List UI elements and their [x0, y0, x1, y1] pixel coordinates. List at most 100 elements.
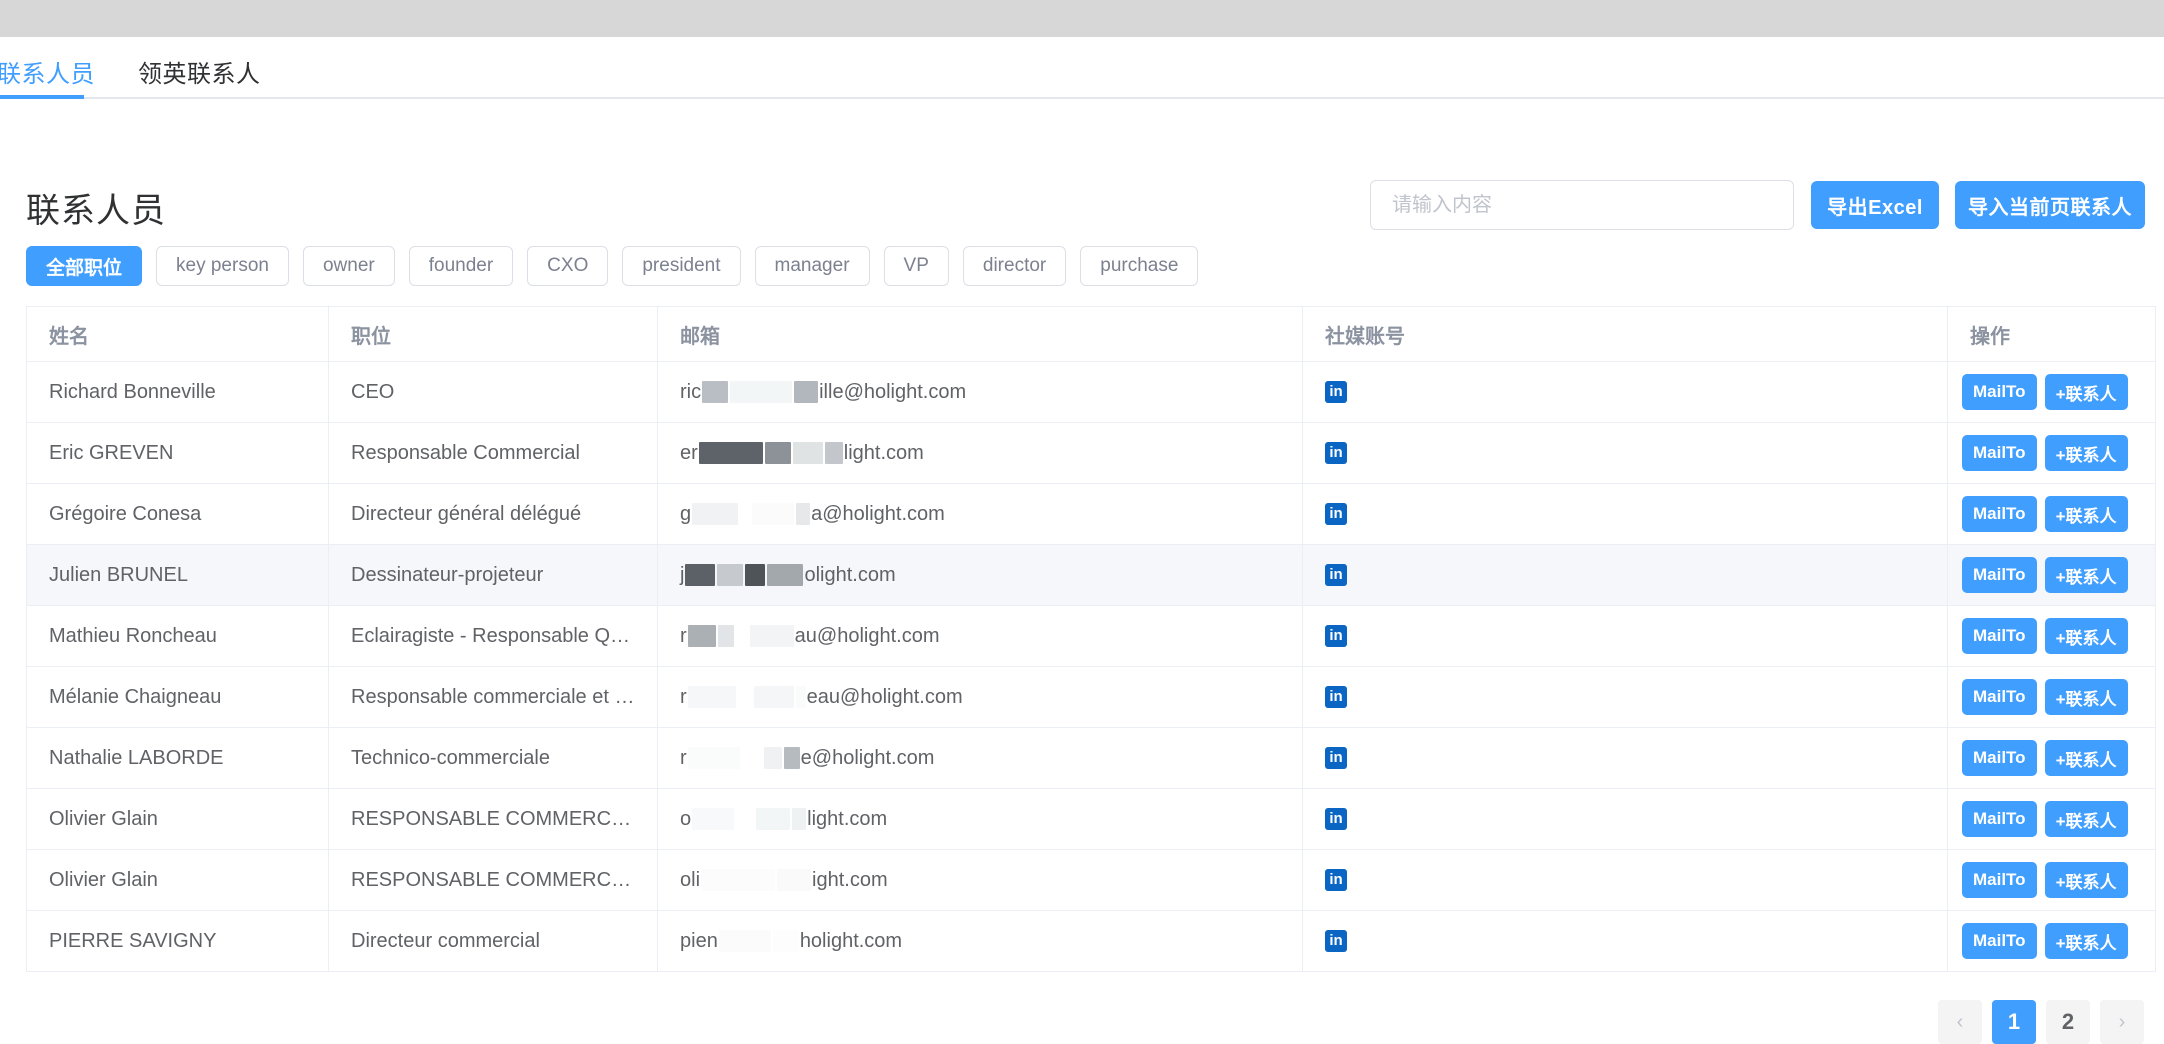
email-suffix: holight.com	[799, 929, 903, 952]
add-contact-button[interactable]: +联系人	[2044, 435, 2128, 471]
pagination-page-2[interactable]: 2	[2046, 1000, 2090, 1044]
position-filter-chips: 全部职位 key person owner founder CXO presid…	[26, 246, 1199, 286]
table-row[interactable]: Grégoire Conesa Directeur général délégué…	[26, 483, 2156, 545]
email-redaction-block	[685, 564, 716, 587]
cell-title: CEO	[328, 361, 658, 423]
linkedin-icon[interactable]: in	[1325, 442, 1347, 465]
add-contact-button[interactable]: +联系人	[2044, 923, 2128, 959]
cell-name: Richard Bonneville	[26, 361, 329, 423]
add-contact-button[interactable]: +联系人	[2044, 374, 2128, 410]
email-redaction-block	[783, 747, 800, 770]
email-prefix: r	[680, 624, 687, 647]
mailto-button[interactable]: MailTo	[1962, 862, 2037, 898]
filter-chip-director[interactable]: director	[962, 246, 1067, 286]
cell-email: oli ight.com	[657, 849, 1303, 911]
email-suffix: au@holight.com	[794, 624, 940, 647]
filter-chip-cxo[interactable]: CXO	[527, 246, 609, 286]
add-contact-button[interactable]: +联系人	[2044, 801, 2128, 837]
cell-email: g a@holight.com	[657, 483, 1303, 545]
email-prefix: j	[680, 563, 685, 586]
cell-operations: MailTo +联系人	[1947, 849, 2156, 911]
email-prefix: r	[680, 685, 687, 708]
table-row[interactable]: Nathalie LABORDE Technico-commerciale r e@h…	[26, 727, 2156, 789]
column-header-email: 邮箱	[657, 306, 1303, 362]
add-contact-button[interactable]: +联系人	[2044, 862, 2128, 898]
linkedin-icon[interactable]: in	[1325, 930, 1347, 953]
mailto-button[interactable]: MailTo	[1962, 435, 2037, 471]
email-redaction-block	[702, 381, 729, 404]
email-redaction-block	[772, 930, 799, 953]
cell-operations: MailTo +联系人	[1947, 666, 2156, 728]
add-contact-button[interactable]: +联系人	[2044, 496, 2128, 532]
export-excel-button[interactable]: 导出Excel	[1811, 181, 1939, 229]
table-row[interactable]: Richard Bonneville CEO ric ille@holight.com…	[26, 361, 2156, 423]
linkedin-icon[interactable]: in	[1325, 381, 1347, 404]
pagination-next-button[interactable]: ›	[2100, 1000, 2144, 1044]
tab-contacts[interactable]: 联系人员	[0, 54, 95, 89]
email-redaction-block	[792, 808, 807, 831]
email-redaction-block	[795, 686, 806, 709]
mailto-button[interactable]: MailTo	[1962, 679, 2037, 715]
tab-linkedin-contacts[interactable]: 领英联系人	[138, 54, 261, 89]
mailto-button[interactable]: MailTo	[1962, 923, 2037, 959]
mailto-button[interactable]: MailTo	[1962, 618, 2037, 654]
column-header-name: 姓名	[26, 306, 329, 362]
table-row[interactable]: Olivier GlainRESPONSABLE COMMERCIAL E…ol…	[26, 788, 2156, 850]
cell-name: Olivier Glain	[26, 849, 329, 911]
linkedin-icon[interactable]: in	[1325, 686, 1347, 709]
cell-title: Directeur général délégué	[328, 483, 658, 545]
filter-chip-purchase[interactable]: purchase	[1080, 246, 1199, 286]
pagination-page-1[interactable]: 1	[1992, 1000, 2036, 1044]
cell-social: in	[1302, 544, 1948, 606]
email-prefix: g	[680, 502, 692, 525]
table-row[interactable]: Mathieu Roncheau Eclairagiste - Responsab…	[26, 605, 2156, 667]
linkedin-icon[interactable]: in	[1325, 808, 1347, 831]
filter-chip-all[interactable]: 全部职位	[26, 246, 143, 286]
linkedin-icon[interactable]: in	[1325, 503, 1347, 526]
email-redaction-block	[698, 442, 763, 465]
pagination-prev-button[interactable]: ‹	[1938, 1000, 1982, 1044]
add-contact-button[interactable]: +联系人	[2044, 740, 2128, 776]
table-row[interactable]: Eric GREVEN Responsable Commercial er light…	[26, 422, 2156, 484]
linkedin-icon[interactable]: in	[1325, 564, 1347, 587]
add-contact-button[interactable]: +联系人	[2044, 618, 2128, 654]
table-row[interactable]: Julien BRUNEL Dessinateur-projeteur j oligh…	[26, 544, 2156, 606]
mailto-button[interactable]: MailTo	[1962, 496, 2037, 532]
filter-chip-vp[interactable]: VP	[883, 246, 949, 286]
filter-chip-founder[interactable]: founder	[408, 246, 514, 286]
add-contact-button[interactable]: +联系人	[2044, 679, 2128, 715]
email-prefix: ric	[680, 380, 702, 403]
email-prefix: oli	[680, 868, 701, 891]
column-header-operations: 操作	[1947, 306, 2156, 362]
table-row[interactable]: PIERRE SAVIGNY Directeur commercial pien ho…	[26, 910, 2156, 972]
cell-title: Dessinateur-projeteur	[328, 544, 658, 606]
filter-chip-manager[interactable]: manager	[754, 246, 870, 286]
linkedin-icon[interactable]: in	[1325, 625, 1347, 648]
tab-active-indicator	[0, 95, 84, 99]
email-redaction-block	[764, 442, 791, 465]
filter-chip-owner[interactable]: owner	[302, 246, 395, 286]
email-redaction-block	[745, 564, 766, 587]
mailto-button[interactable]: MailTo	[1962, 374, 2037, 410]
search-input[interactable]	[1370, 180, 1794, 230]
email-suffix: a@holight.com	[811, 502, 945, 525]
linkedin-icon-glyph: in	[1329, 627, 1343, 645]
linkedin-icon[interactable]: in	[1325, 869, 1347, 892]
cell-name: Mélanie Chaigneau	[26, 666, 329, 728]
linkedin-icon[interactable]: in	[1325, 747, 1347, 770]
import-page-contacts-button[interactable]: 导入当前页联系人	[1955, 181, 2145, 229]
table-row[interactable]: Mélanie Chaigneau Responsable commerciale…	[26, 666, 2156, 728]
filter-chip-president[interactable]: president	[622, 246, 741, 286]
add-contact-button[interactable]: +联系人	[2044, 557, 2128, 593]
pagination: ‹ 1 2 ›	[1938, 1000, 2144, 1044]
table-row[interactable]: Olivier GlainRESPONSABLE COMMERCIAL E…ol…	[26, 849, 2156, 911]
mailto-button[interactable]: MailTo	[1962, 801, 2037, 837]
mailto-button[interactable]: MailTo	[1962, 740, 2037, 776]
filter-chip-key-person[interactable]: key person	[156, 246, 289, 286]
linkedin-icon-glyph: in	[1329, 810, 1343, 828]
mailto-button[interactable]: MailTo	[1962, 557, 2037, 593]
cell-social: in	[1302, 666, 1948, 728]
browser-chrome-strip	[0, 0, 2164, 37]
tab-bar-underline	[0, 97, 2164, 99]
cell-name: Mathieu Roncheau	[26, 605, 329, 667]
